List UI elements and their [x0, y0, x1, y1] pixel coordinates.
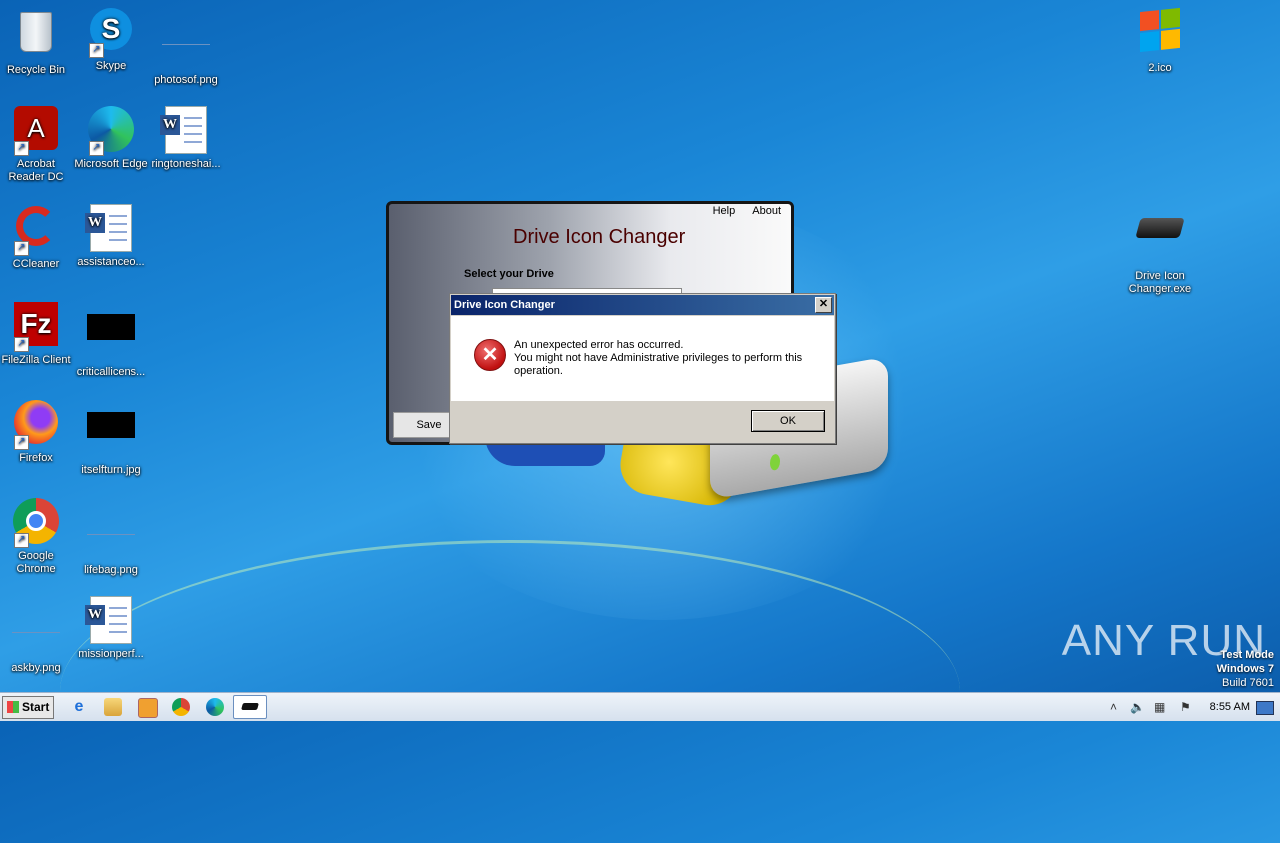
image-file-icon	[162, 22, 210, 70]
desktop-icon-criticallicens[interactable]: criticallicens...	[73, 302, 149, 379]
dialog-body: ✕ An unexpected error has occurred. You …	[451, 316, 834, 401]
icon-label: 2.ico	[1148, 62, 1172, 74]
select-drive-label: Select your Drive	[464, 268, 554, 280]
clock[interactable]: 8:55 AM	[1210, 701, 1250, 713]
icon-label: Google Chrome	[16, 550, 56, 575]
network-icon[interactable]: ▦	[1154, 700, 1165, 714]
icon-label: itselfturn.jpg	[81, 464, 141, 476]
desktop-icon-acrobat[interactable]: A ↗ Acrobat Reader DC	[0, 106, 74, 184]
icon-label: Firefox	[19, 452, 53, 464]
chrome-icon[interactable]	[172, 698, 190, 716]
image-file-icon	[87, 412, 135, 460]
skype-icon: S ↗	[87, 8, 135, 58]
icon-label: Skype	[95, 60, 127, 72]
shortcut-arrow-icon: ↗	[14, 141, 29, 156]
icon-label: FileZilla Client	[1, 354, 71, 366]
start-label: Start	[22, 700, 50, 714]
desktop-icon-recycle-bin[interactable]: Recycle Bin	[0, 8, 74, 77]
image-file-icon	[87, 512, 135, 560]
shortcut-arrow-icon: ↗	[14, 241, 29, 256]
desktop-icon-edge[interactable]: ↗ Microsoft Edge	[73, 106, 149, 171]
windows-flag-icon	[7, 701, 19, 713]
drive-icon-changer-icon	[241, 703, 259, 710]
icon-label: askby.png	[11, 662, 61, 674]
icon-label: assistanceo...	[77, 256, 145, 268]
desktop-icon-photosof[interactable]: photosof.png	[148, 8, 224, 87]
firefox-icon: ↗	[12, 400, 60, 450]
desktop-icon-2ico[interactable]: 2.ico	[1122, 7, 1198, 75]
edge-icon[interactable]	[206, 698, 224, 716]
acrobat-icon: A ↗	[12, 106, 60, 156]
desktop-icon-itselfturn[interactable]: itselfturn.jpg	[73, 400, 149, 477]
test-mode-line-2: Windows 7	[1216, 663, 1274, 675]
dialog-titlebar[interactable]: Drive Icon Changer ✕	[451, 295, 834, 315]
icon-label: Microsoft Edge	[74, 158, 148, 170]
edge-icon: ↗	[87, 106, 135, 156]
explorer-icon[interactable]	[104, 698, 122, 716]
icon-label: photosof.png	[154, 74, 218, 86]
menu-about[interactable]: About	[752, 205, 781, 217]
ccleaner-icon: ↗	[12, 206, 60, 256]
media-player-icon[interactable]	[138, 698, 158, 718]
test-mode-line-1: Test Mode	[1220, 649, 1274, 661]
error-line-2: You might not have Administrative privil…	[514, 352, 803, 364]
image-file-icon	[87, 314, 135, 362]
error-message: An unexpected error has occurred. You mi…	[514, 339, 802, 378]
desktop-icon-lifebag[interactable]: lifebag.png	[73, 498, 149, 577]
drive-icon	[1135, 218, 1185, 266]
word-doc-icon: W	[160, 106, 210, 154]
shortcut-arrow-icon: ↗	[14, 435, 29, 450]
filezilla-icon: Fz ↗	[12, 302, 60, 352]
word-doc-icon: W	[85, 204, 135, 252]
shortcut-arrow-icon: ↗	[14, 337, 29, 352]
dialog-title: Drive Icon Changer	[454, 299, 555, 311]
start-button[interactable]: Start	[2, 696, 54, 719]
desktop-icon-firefox[interactable]: ↗ Firefox	[0, 400, 74, 465]
desktop-icon-missionperf[interactable]: W missionperf...	[73, 596, 149, 661]
chrome-icon: ↗	[12, 498, 60, 548]
desktop-icon-skype[interactable]: S ↗ Skype	[73, 8, 149, 73]
app-menu: Help About	[699, 205, 781, 217]
shortcut-arrow-icon: ↗	[14, 533, 29, 548]
icon-label: Recycle Bin	[6, 64, 66, 76]
shortcut-arrow-icon: ↗	[89, 141, 104, 156]
taskbar: Start e ˄ 🔈 ▦ ⚑ 8:55 AM	[0, 692, 1280, 721]
image-file-icon	[12, 610, 60, 658]
icon-label: Drive Icon Changer.exe	[1128, 270, 1192, 295]
test-mode-text: Test Mode Windows 7 Build 7601	[1217, 648, 1274, 690]
error-dialog: Drive Icon Changer ✕ ✕ An unexpected err…	[449, 293, 836, 444]
desktop-icon-askby[interactable]: askby.png	[0, 596, 74, 675]
icon-label: criticallicens...	[76, 366, 146, 378]
test-mode-line-3: Build 7601	[1222, 677, 1274, 689]
shortcut-arrow-icon: ↗	[89, 43, 104, 58]
recycle-bin-icon	[12, 12, 60, 60]
close-button[interactable]: ✕	[815, 297, 832, 313]
desktop-icon-ccleaner[interactable]: ↗ CCleaner	[0, 204, 74, 271]
desktop-icon-assistanceo[interactable]: W assistanceo...	[73, 204, 149, 269]
show-hidden-icons[interactable]: ˄	[1110, 700, 1117, 714]
drive-icon-changer-task[interactable]	[233, 695, 267, 719]
app-title: Drive Icon Changer	[513, 226, 686, 248]
error-icon: ✕	[474, 339, 506, 371]
show-desktop-button[interactable]	[1256, 701, 1274, 715]
icon-label: CCleaner	[12, 258, 60, 270]
error-line-1: An unexpected error has occurred.	[514, 339, 684, 351]
icon-label: ringtoneshai...	[151, 158, 221, 170]
internet-explorer-icon[interactable]: e	[70, 698, 88, 716]
icon-label: missionperf...	[78, 648, 144, 660]
icon-label: lifebag.png	[84, 564, 138, 576]
error-line-3: operation.	[514, 365, 563, 377]
desktop-icon-chrome[interactable]: ↗ Google Chrome	[0, 498, 74, 576]
desktop-icon-drive-icon-changer[interactable]: Drive Icon Changer.exe	[1122, 204, 1198, 296]
windows-logo-icon	[1136, 7, 1184, 58]
icon-label: Acrobat Reader DC	[8, 158, 64, 183]
desktop-icon-filezilla[interactable]: Fz ↗ FileZilla Client	[0, 302, 74, 367]
menu-help[interactable]: Help	[713, 205, 736, 217]
drive-led	[770, 453, 780, 472]
word-doc-icon: W	[85, 596, 135, 644]
desktop-icon-ringtoneshai[interactable]: W ringtoneshai...	[148, 106, 224, 171]
action-center-flag-icon[interactable]: ⚑	[1180, 700, 1191, 714]
volume-icon[interactable]: 🔈	[1130, 700, 1145, 714]
ok-button[interactable]: OK	[751, 410, 825, 432]
